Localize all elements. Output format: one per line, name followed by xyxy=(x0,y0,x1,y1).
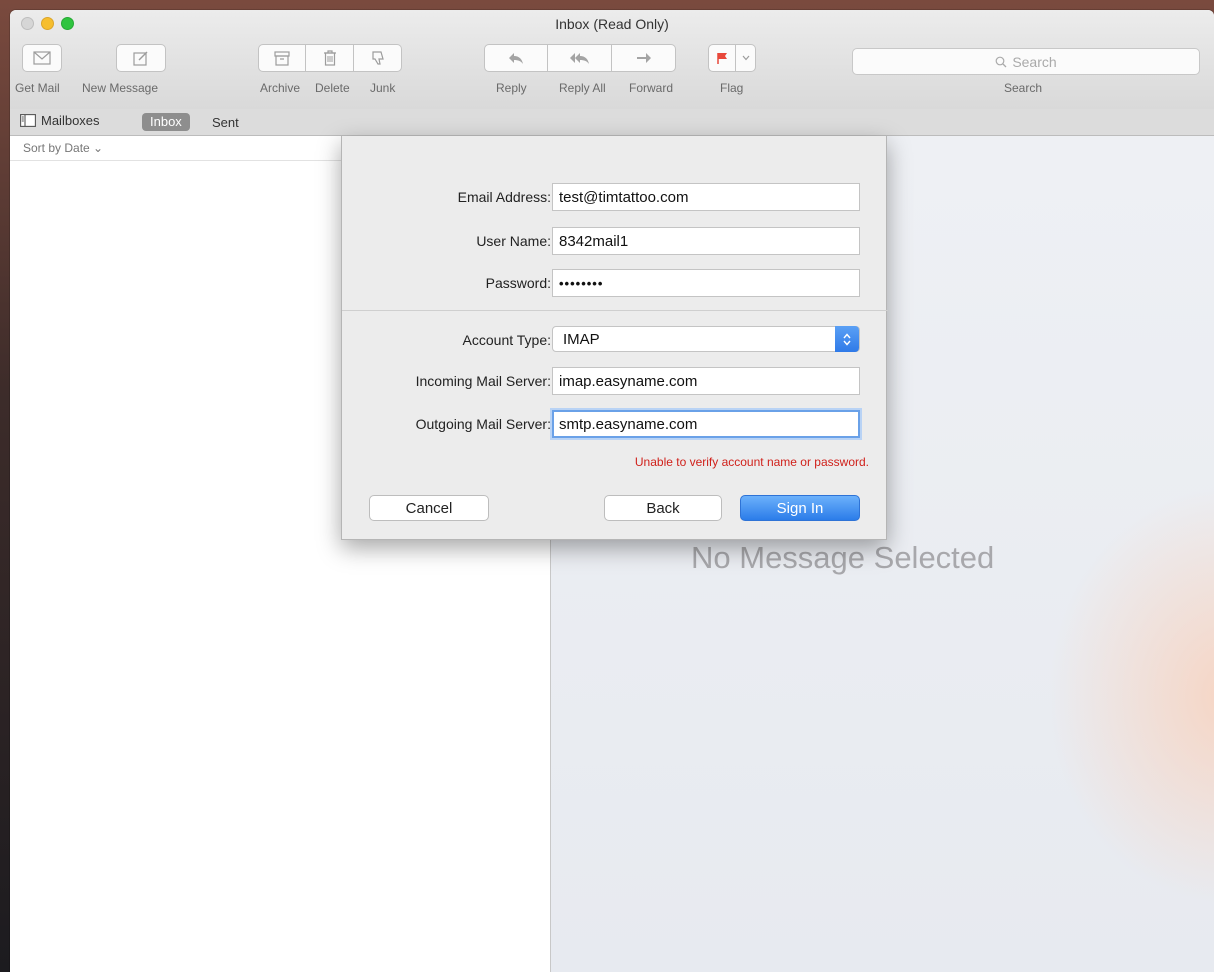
forward-label: Forward xyxy=(629,81,674,95)
window-title: Inbox (Read Only) xyxy=(555,16,669,32)
back-button[interactable]: Back xyxy=(604,495,722,521)
toolbar: Inbox (Read Only) Get Mail New Message A… xyxy=(10,10,1214,110)
search-icon xyxy=(995,56,1007,67)
new-message-label: New Message xyxy=(82,81,159,95)
thumbs-down-icon xyxy=(371,51,384,65)
get-mail-label: Get Mail xyxy=(15,81,60,95)
favorite-sent[interactable]: Sent xyxy=(212,115,239,130)
email-address-field[interactable]: test@timtattoo.com xyxy=(552,183,860,211)
mail-window: Inbox (Read Only) Get Mail New Message A… xyxy=(10,10,1214,972)
delete-button[interactable] xyxy=(306,44,354,72)
cancel-button[interactable]: Cancel xyxy=(369,495,489,521)
compose-icon xyxy=(133,51,148,66)
password-label: Password: xyxy=(485,275,551,291)
flag-label: Flag xyxy=(720,81,744,95)
error-message: Unable to verify account name or passwor… xyxy=(634,455,869,469)
trash-icon xyxy=(323,50,336,66)
sign-in-button[interactable]: Sign In xyxy=(740,495,860,521)
outgoing-server-field[interactable]: smtp.easyname.com xyxy=(552,410,860,438)
no-message-selected: No Message Selected xyxy=(691,540,995,575)
incoming-server-field[interactable]: imap.easyname.com xyxy=(552,367,860,395)
delete-label: Delete xyxy=(315,81,350,95)
account-type-select[interactable]: IMAP xyxy=(552,326,860,352)
user-name-field[interactable]: 8342mail1 xyxy=(552,227,860,255)
user-name-label: User Name: xyxy=(476,233,551,249)
updown-chevron-icon xyxy=(835,326,859,352)
sheet-divider xyxy=(342,310,888,311)
archive-button[interactable] xyxy=(258,44,306,72)
sidebar-icon xyxy=(20,114,36,127)
reply-label: Reply xyxy=(496,81,527,95)
forward-button[interactable] xyxy=(612,44,676,72)
reply-all-button[interactable] xyxy=(548,44,612,72)
archive-box-icon xyxy=(274,50,290,66)
reply-all-label: Reply All xyxy=(559,81,606,95)
mailboxes-label: Mailboxes xyxy=(41,113,100,128)
new-message-button[interactable] xyxy=(116,44,166,72)
account-type-value: IMAP xyxy=(563,331,600,348)
junk-button[interactable] xyxy=(354,44,402,72)
envelope-icon xyxy=(33,51,51,65)
incoming-server-label: Incoming Mail Server: xyxy=(415,373,551,389)
junk-label: Junk xyxy=(370,81,396,95)
get-mail-button[interactable] xyxy=(22,44,62,72)
email-address-label: Email Address: xyxy=(457,189,551,205)
search-placeholder: Search xyxy=(1012,53,1057,70)
reply-button[interactable] xyxy=(484,44,548,72)
forward-arrow-icon xyxy=(636,53,651,63)
reply-arrow-icon xyxy=(509,52,523,64)
outgoing-server-label: Outgoing Mail Server: xyxy=(415,416,551,432)
search-label: Search xyxy=(1004,81,1043,95)
favorites-bar: Mailboxes Inbox Sent xyxy=(10,109,1214,136)
flag-icon xyxy=(717,52,727,64)
mailboxes-button[interactable]: Mailboxes xyxy=(20,113,100,128)
archive-label: Archive xyxy=(260,81,301,95)
account-setup-sheet: Email Address: test@timtattoo.com User N… xyxy=(341,136,888,540)
chevron-down-icon xyxy=(742,55,749,61)
password-field[interactable]: •••••••• xyxy=(552,269,860,297)
favorite-inbox[interactable]: Inbox xyxy=(142,113,190,131)
flag-button[interactable] xyxy=(708,44,736,72)
account-type-label: Account Type: xyxy=(462,332,551,348)
flag-menu-button[interactable] xyxy=(736,44,756,72)
search-input[interactable]: Search xyxy=(852,48,1200,75)
sort-by-date-button[interactable]: Sort by Date ⌄ xyxy=(23,141,103,155)
reply-all-arrow-icon xyxy=(569,52,589,64)
